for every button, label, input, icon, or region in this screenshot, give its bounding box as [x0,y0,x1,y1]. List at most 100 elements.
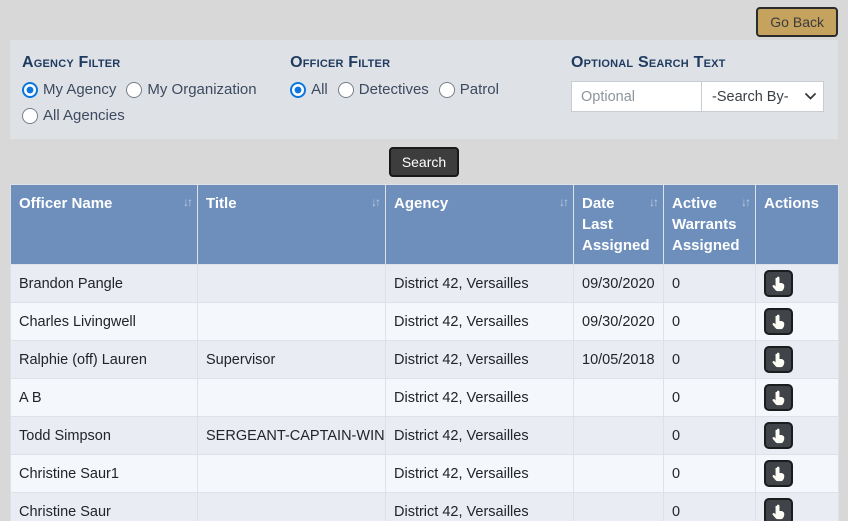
agency-cell: District 42, Versailles [386,379,574,417]
agency-radio-button-all-agencies[interactable] [22,108,38,124]
radio-option-agency-all-agencies[interactable]: All Agencies [22,107,125,124]
table-row: Charles LivingwellDistrict 42, Versaille… [11,303,839,341]
select-officer-button[interactable] [764,384,793,411]
radio-option-agency-my-agency[interactable]: My Agency [22,81,116,98]
search-input-group: -Search By- [571,81,824,112]
agency-cell: District 42, Versailles [386,417,574,455]
select-officer-button[interactable] [764,308,793,335]
active-warrants-cell: 0 [664,265,756,303]
active-warrants-cell: 0 [664,455,756,493]
hand-pointer-icon [771,428,786,444]
officer-name-cell: Charles Livingwell [11,303,198,341]
officer-filter-radio-group: All Detectives Patrol [290,81,545,98]
column-header-agency[interactable]: Agency ↓↑ [386,185,574,265]
title-cell [198,379,386,417]
sort-icon[interactable]: ↓↑ [183,194,191,211]
sort-icon[interactable]: ↓↑ [649,194,657,211]
agency-radio-button-my-agency[interactable] [22,82,38,98]
optional-search-title: Optional Search Text [571,54,824,72]
column-header-warrants[interactable]: Active Warrants Assigned↓↑ [664,185,756,265]
title-cell [198,493,386,521]
hand-pointer-icon [771,390,786,406]
radio-option-label: Detectives [359,81,429,98]
hand-pointer-icon [771,314,786,330]
table-row: Brandon PangleDistrict 42, Versailles09/… [11,265,839,303]
radio-option-officer-patrol[interactable]: Patrol [439,81,499,98]
select-officer-button[interactable] [764,460,793,487]
agency-filter-section: Agency Filter My Agency My Organization Al… [22,40,290,139]
active-warrants-cell: 0 [664,417,756,455]
filter-panel: Agency Filter My Agency My Organization Al… [10,40,838,139]
radio-option-officer-all[interactable]: All [290,81,328,98]
actions-cell [756,303,839,341]
date-last-assigned-cell: 09/30/2020 [574,303,664,341]
officer-name-cell: Christine Saur [11,493,198,521]
title-cell: Supervisor [198,341,386,379]
search-by-select[interactable]: -Search By- [701,81,824,112]
radio-option-label: Patrol [460,81,499,98]
active-warrants-cell: 0 [664,493,756,521]
officer-radio-button-detectives[interactable] [338,82,354,98]
radio-option-label: My Organization [147,81,256,98]
select-officer-button[interactable] [764,422,793,449]
officer-filter-section: Officer Filter All Detectives Patrol [290,40,571,139]
sort-icon[interactable]: ↓↑ [559,194,567,211]
actions-cell [756,379,839,417]
table-row: Christine Saur1District 42, Versailles0 [11,455,839,493]
active-warrants-cell: 0 [664,341,756,379]
officer-name-cell: A B [11,379,198,417]
search-button[interactable]: Search [389,147,459,177]
radio-option-officer-detectives[interactable]: Detectives [338,81,429,98]
table-row: Ralphie (off) LaurenSupervisorDistrict 4… [11,341,839,379]
title-cell [198,455,386,493]
top-bar: Go Back [0,0,848,40]
column-header-actions: Actions [756,185,839,265]
officer-radio-button-all[interactable] [290,82,306,98]
column-header-title[interactable]: Title ↓↑ [198,185,386,265]
select-officer-button[interactable] [764,270,793,297]
column-header-label: Actions [764,195,819,212]
optional-search-input[interactable] [571,81,701,112]
title-cell: SERGEANT-CAPTAIN-WIN [198,417,386,455]
header-row: Officer Name↓↑Title↓↑Agency↓↑Date Last A… [11,185,839,265]
actions-cell [756,417,839,455]
table-row: Christine Saur District 42, Versailles 0 [11,493,839,521]
search-by-select-wrap: -Search By- [701,81,824,112]
column-header-name[interactable]: Officer Name ↓↑ [11,185,198,265]
actions-cell [756,493,839,521]
column-header-label: Active Warrants Assigned [672,195,740,254]
column-header-label: Agency [394,195,448,212]
date-last-assigned-cell [574,417,664,455]
agency-filter-title: Agency Filter [22,54,290,72]
column-header-label: Title [206,195,237,212]
agency-cell: District 42, Versailles [386,493,574,521]
title-cell [198,303,386,341]
date-last-assigned-cell [574,379,664,417]
sort-icon[interactable]: ↓↑ [741,194,749,211]
column-header-date[interactable]: Date Last Assigned↓↑ [574,185,664,265]
table-row: Todd SimpsonSERGEANT-CAPTAIN-WINDistrict… [11,417,839,455]
search-button-row: Search [0,139,848,184]
radio-option-label: All Agencies [43,107,125,124]
sort-icon[interactable]: ↓↑ [371,194,379,211]
radio-option-agency-my-organization[interactable]: My Organization [126,81,256,98]
radio-option-label: All [311,81,328,98]
date-last-assigned-cell: 09/30/2020 [574,265,664,303]
officer-table-body: Brandon PangleDistrict 42, Versailles09/… [11,265,839,521]
select-officer-button[interactable] [764,498,793,521]
officer-filter-title: Officer Filter [290,54,571,72]
date-last-assigned-cell [574,455,664,493]
agency-filter-radio-group: My Agency My Organization All Agencies [22,81,277,124]
officer-radio-button-patrol[interactable] [439,82,455,98]
optional-search-section: Optional Search Text -Search By- [571,40,838,139]
agency-radio-button-my-organization[interactable] [126,82,142,98]
select-officer-button[interactable] [764,346,793,373]
column-header-label: Officer Name [19,195,112,212]
officer-table: Officer Name↓↑Title↓↑Agency↓↑Date Last A… [10,184,839,521]
agency-cell: District 42, Versailles [386,455,574,493]
radio-option-label: My Agency [43,81,116,98]
title-cell [198,265,386,303]
table-row: A BDistrict 42, Versailles0 [11,379,839,417]
officer-name-cell: Brandon Pangle [11,265,198,303]
go-back-button[interactable]: Go Back [756,7,838,37]
